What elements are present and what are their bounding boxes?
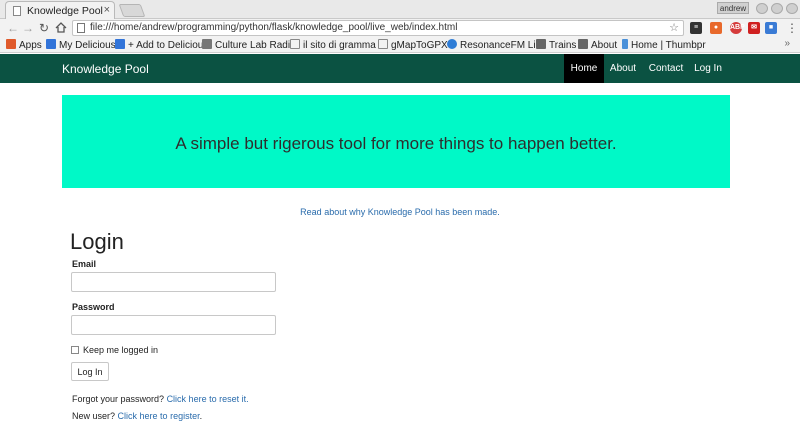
- maximize-icon[interactable]: [771, 3, 783, 14]
- profile-button[interactable]: andrew: [717, 2, 749, 14]
- adblock-extension-icon[interactable]: ABP: [730, 22, 745, 34]
- remember-me-checkbox[interactable]: [71, 346, 79, 354]
- reload-icon[interactable]: ↻: [39, 20, 49, 36]
- browser-toolbar: ← → ↻ file:///home/andrew/programming/py…: [0, 19, 800, 37]
- login-heading: Login: [70, 229, 124, 254]
- password-field[interactable]: [71, 315, 276, 335]
- bookmark-culture-lab[interactable]: Culture Lab Radi: [202, 39, 290, 52]
- folder-icon: [536, 39, 546, 49]
- forward-icon[interactable]: →: [22, 20, 34, 36]
- nav-home[interactable]: Home: [564, 54, 604, 83]
- site-brand[interactable]: Knowledge Pool: [62, 62, 149, 76]
- hero-banner: A simple but rigerous tool for more thin…: [62, 95, 730, 188]
- close-window-icon[interactable]: [786, 3, 798, 14]
- about-project-link[interactable]: Read about why Knowledge Pool has been m…: [0, 207, 800, 217]
- password-label: Password: [72, 302, 115, 312]
- globe-icon: [447, 39, 457, 49]
- address-bar[interactable]: file:///home/andrew/programming/python/f…: [72, 20, 684, 36]
- url-text[interactable]: file:///home/andrew/programming/python/f…: [90, 22, 457, 33]
- bookmark-gmaptogpx[interactable]: gMapToGPX: [378, 39, 448, 52]
- bookmark-my-delicious[interactable]: My Delicious: [46, 39, 116, 52]
- home-icon[interactable]: [55, 22, 67, 33]
- bookmark-about[interactable]: About: [578, 39, 617, 52]
- delicious-icon: [46, 39, 56, 49]
- nav-about[interactable]: About: [604, 54, 642, 83]
- new-tab-button[interactable]: [118, 4, 146, 17]
- delicious-icon: [115, 39, 125, 49]
- nav-contact[interactable]: Contact: [643, 54, 689, 83]
- bookmark-trains[interactable]: Trains: [536, 39, 576, 52]
- gmail-extension-icon[interactable]: ✉: [748, 22, 760, 34]
- new-user-line: New user? Click here to register.: [72, 411, 202, 421]
- apps-grid-icon: [6, 39, 16, 49]
- bookmark-add-to-delicious[interactable]: + Add to Deliciou: [115, 39, 203, 52]
- close-tab-icon[interactable]: ×: [104, 4, 110, 16]
- page-icon: [13, 6, 21, 16]
- browser-tab[interactable]: Knowledge Pool ×: [5, 1, 115, 20]
- forgot-password-text: Forgot your password?: [72, 394, 165, 404]
- browser-tab-strip: Knowledge Pool × andrew: [0, 0, 800, 20]
- new-user-text: New user?: [72, 411, 116, 421]
- thumbprint-icon: [622, 39, 628, 49]
- nav-login[interactable]: Log In: [689, 54, 727, 83]
- new-user-suffix: .: [199, 411, 203, 421]
- duckduckgo-extension-icon[interactable]: ●: [710, 22, 722, 34]
- remember-me-label: Keep me logged in: [83, 345, 159, 355]
- minimize-icon[interactable]: [756, 3, 768, 14]
- bookmark-apps[interactable]: Apps: [6, 39, 42, 52]
- register-link[interactable]: Click here to register: [118, 411, 200, 421]
- bookmark-resonancefm[interactable]: ResonanceFM Li: [447, 39, 536, 52]
- menu-icon[interactable]: ⋮: [786, 20, 798, 36]
- buffer-extension-icon[interactable]: ≡: [690, 22, 702, 34]
- bookmark-thumbprint[interactable]: Home | Thumbpr: [622, 39, 706, 52]
- back-icon[interactable]: ←: [7, 20, 19, 36]
- folder-icon: [578, 39, 588, 49]
- bookmark-il-sito[interactable]: il sito di gramma: [290, 39, 376, 52]
- image-icon: [202, 39, 212, 49]
- email-label: Email: [72, 259, 97, 269]
- bookmarks-bar: Apps My Delicious + Add to Deliciou Cult…: [0, 37, 800, 53]
- forgot-password-line: Forgot your password? Click here to rese…: [72, 394, 249, 404]
- site-navbar: Knowledge Pool Home About Contact Log In: [0, 54, 800, 83]
- page-icon: [290, 39, 300, 49]
- tab-title: Knowledge Pool: [27, 5, 103, 17]
- file-icon: [77, 23, 85, 33]
- delicious-extension-icon[interactable]: ■: [765, 22, 777, 34]
- email-field[interactable]: [71, 272, 276, 292]
- hero-tagline: A simple but rigerous tool for more thin…: [175, 134, 617, 153]
- more-bookmarks-icon[interactable]: »: [784, 38, 790, 49]
- bookmark-star-icon[interactable]: ☆: [669, 21, 679, 34]
- reset-password-link[interactable]: Click here to reset it.: [167, 394, 249, 404]
- login-submit-button[interactable]: Log In: [71, 362, 109, 381]
- page-icon: [378, 39, 388, 49]
